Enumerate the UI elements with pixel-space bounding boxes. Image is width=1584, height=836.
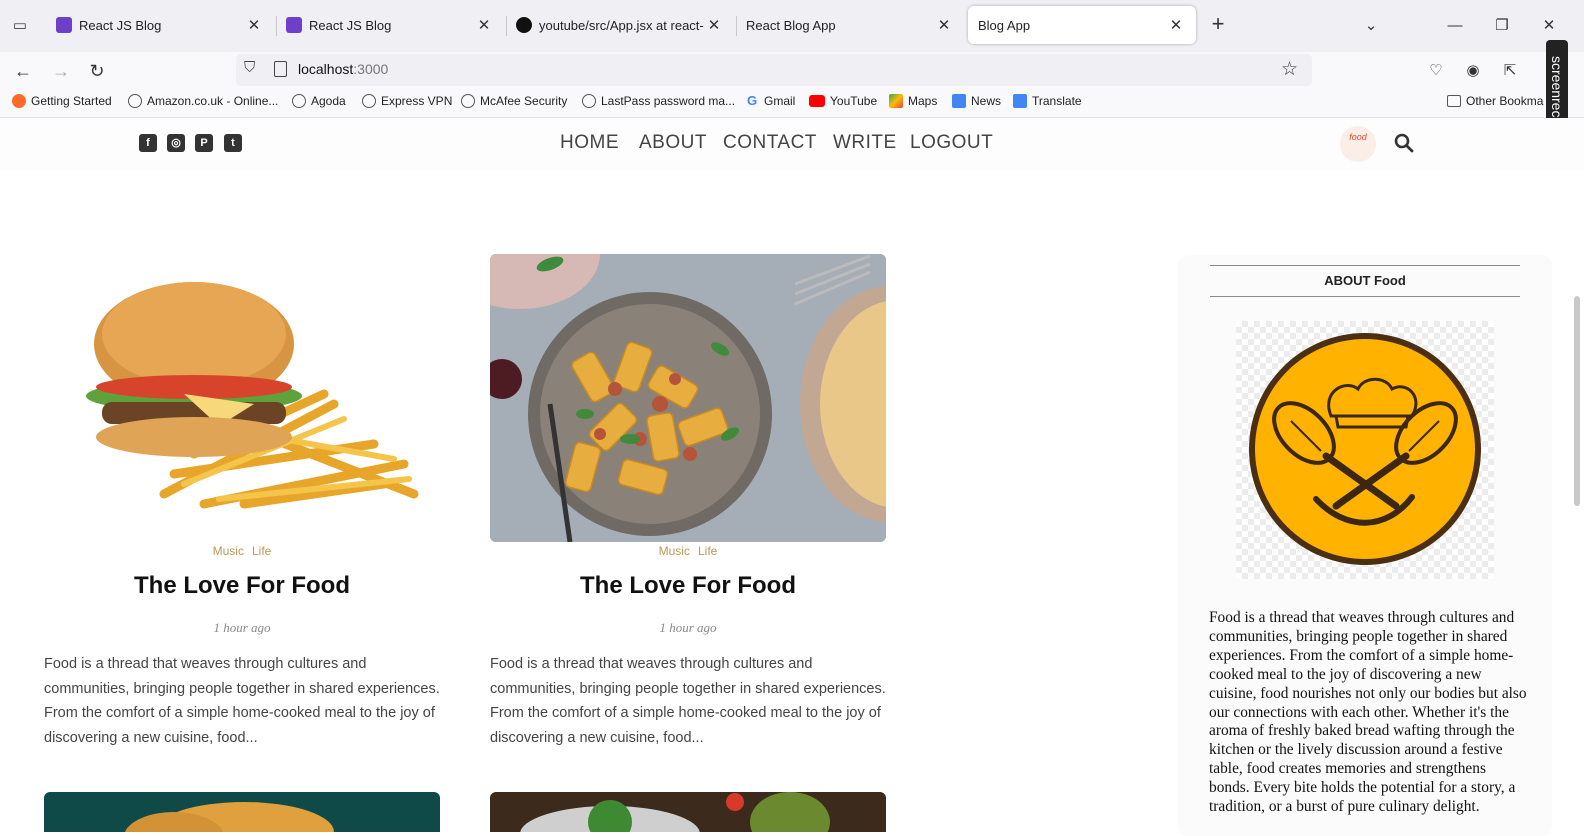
folder-icon	[1447, 95, 1461, 107]
bookmark-star-icon[interactable]: ☆	[1281, 58, 1298, 81]
browser-nav-bar: ← → ↻ ⛉ localhost:3000 ☆ ♡ ◉ ⇱	[0, 52, 1584, 88]
post-image[interactable]	[490, 792, 886, 832]
globe-icon	[128, 94, 142, 108]
tab-2[interactable]: React JS Blog ✕	[276, 6, 504, 44]
window-close-button[interactable]: ✕	[1534, 12, 1564, 40]
menu-about[interactable]: ABOUT	[639, 132, 707, 154]
close-icon[interactable]: ✕	[1166, 16, 1186, 34]
url-text[interactable]: localhost:3000	[298, 61, 388, 77]
post-card[interactable]: Music Life The Love For Food 1 hour ago F…	[490, 254, 886, 754]
bookmark-maps[interactable]: Maps	[889, 94, 937, 108]
account-icon[interactable]: ◉	[1462, 60, 1484, 82]
site-top-bar: f ◎ P t HOME ABOUT CONTACT WRITE LOGOUT …	[0, 118, 1584, 170]
extensions-icon[interactable]: ⇱	[1499, 60, 1521, 82]
post-title[interactable]: The Love For Food	[490, 572, 886, 600]
menu-logout[interactable]: LOGOUT	[910, 132, 993, 154]
globe-icon	[362, 94, 376, 108]
bookmark-news[interactable]: News	[952, 94, 1001, 108]
globe-icon	[461, 94, 475, 108]
bookmark-express-vpn[interactable]: Express VPN	[362, 94, 452, 108]
post-image[interactable]	[44, 792, 440, 832]
post-description: Food is a thread that weaves through cul…	[44, 656, 440, 746]
react-blog-favicon-icon	[56, 17, 72, 33]
post-description: Food is a thread that weaves through cul…	[490, 656, 886, 746]
other-bookmarks[interactable]: Other Bookma	[1447, 94, 1543, 108]
category-tag[interactable]: Life	[252, 544, 271, 558]
github-favicon-icon	[516, 17, 532, 33]
post-categories: Music Life	[44, 544, 440, 558]
post-date: 1 hour ago	[659, 620, 717, 635]
page-scrollbar[interactable]	[1574, 296, 1580, 506]
chevron-down-icon[interactable]: ⌄	[1356, 12, 1386, 40]
bookmark-youtube[interactable]: YouTube	[809, 94, 877, 108]
reload-button[interactable]: ↻	[84, 58, 110, 84]
post-card[interactable]: Music Life The Love For Food 1 hour ago F…	[44, 254, 440, 754]
tab-title: youtube/src/App.jsx at react-bl	[539, 17, 704, 33]
bookmark-translate[interactable]: Translate	[1013, 94, 1082, 108]
user-avatar[interactable]: food	[1340, 126, 1376, 162]
tab-title: React Blog App	[746, 17, 836, 33]
news-icon	[952, 94, 966, 108]
close-icon[interactable]: ✕	[934, 16, 954, 34]
food-logo-image	[1236, 321, 1494, 579]
post-date: 1 hour ago	[213, 620, 271, 635]
maps-icon	[889, 94, 903, 108]
page-info-icon[interactable]	[274, 61, 287, 77]
tab-title: React JS Blog	[309, 17, 392, 33]
category-tag[interactable]: Life	[698, 544, 717, 558]
react-blog-favicon-icon	[286, 17, 302, 33]
search-icon[interactable]	[1394, 133, 1414, 153]
bookmarks-bar: Getting Started Amazon.co.uk - Online...…	[0, 88, 1584, 118]
bookmark-mcafee[interactable]: McAfee Security	[461, 94, 567, 108]
tab-4[interactable]: React Blog App ✕	[736, 6, 964, 44]
bookmark-getting-started[interactable]: Getting Started	[12, 94, 112, 108]
translate-icon	[1013, 94, 1027, 108]
tab-5-active[interactable]: Blog App ✕	[968, 6, 1196, 44]
close-icon[interactable]: ✕	[704, 16, 724, 34]
category-tag[interactable]: Music	[213, 544, 244, 558]
pocket-icon[interactable]: ♡	[1425, 60, 1447, 82]
browser-tab-bar: ▭ React JS Blog ✕ React JS Blog ✕ youtub…	[0, 0, 1584, 52]
firefox-icon	[12, 94, 26, 108]
sidebar-title: ABOUT Food	[1210, 265, 1520, 297]
shield-icon[interactable]: ⛉	[244, 59, 255, 76]
facebook-icon[interactable]: f	[139, 134, 157, 152]
tab-1[interactable]: React JS Blog ✕	[46, 6, 274, 44]
youtube-icon	[809, 95, 825, 107]
post-title[interactable]: The Love For Food	[44, 572, 440, 600]
sidebar-about-text: Food is a thread that weaves through cul…	[1209, 609, 1527, 816]
bookmark-agoda[interactable]: Agoda	[292, 94, 346, 108]
close-icon[interactable]: ✕	[474, 16, 494, 34]
globe-icon	[292, 94, 306, 108]
pinterest-icon[interactable]: P	[195, 134, 213, 152]
tab-title: Blog App	[978, 17, 1031, 33]
instagram-icon[interactable]: ◎	[167, 134, 185, 152]
bookmark-lastpass[interactable]: LastPass password ma...	[582, 94, 735, 108]
restore-button[interactable]: ❐	[1487, 12, 1517, 40]
post-image[interactable]	[44, 254, 440, 542]
post-categories: Music Life	[490, 544, 886, 558]
sidebar: ABOUT Food Food is a thread that weaves …	[1178, 255, 1552, 836]
tab-3[interactable]: youtube/src/App.jsx at react-bl ✕	[506, 6, 734, 44]
google-icon: G	[746, 93, 758, 108]
globe-icon	[582, 94, 596, 108]
bookmark-amazon[interactable]: Amazon.co.uk - Online...	[128, 94, 278, 108]
post-image[interactable]	[490, 254, 886, 542]
menu-write[interactable]: WRITE	[833, 132, 897, 154]
close-icon[interactable]: ✕	[244, 16, 264, 34]
bookmark-gmail[interactable]: G Gmail	[745, 93, 795, 109]
tab-title: React JS Blog	[79, 17, 162, 33]
back-button[interactable]: ←	[10, 58, 36, 84]
menu-home[interactable]: HOME	[560, 132, 619, 154]
tab-list-icon[interactable]: ▭	[8, 14, 32, 38]
menu-contact[interactable]: CONTACT	[723, 132, 817, 154]
forward-button[interactable]: →	[48, 58, 74, 84]
twitter-icon[interactable]: t	[224, 134, 242, 152]
category-tag[interactable]: Music	[659, 544, 690, 558]
address-bar[interactable]: ⛉ localhost:3000 ☆	[236, 54, 1312, 86]
minimize-button[interactable]: —	[1440, 12, 1470, 40]
new-tab-button[interactable]: +	[1206, 12, 1230, 36]
